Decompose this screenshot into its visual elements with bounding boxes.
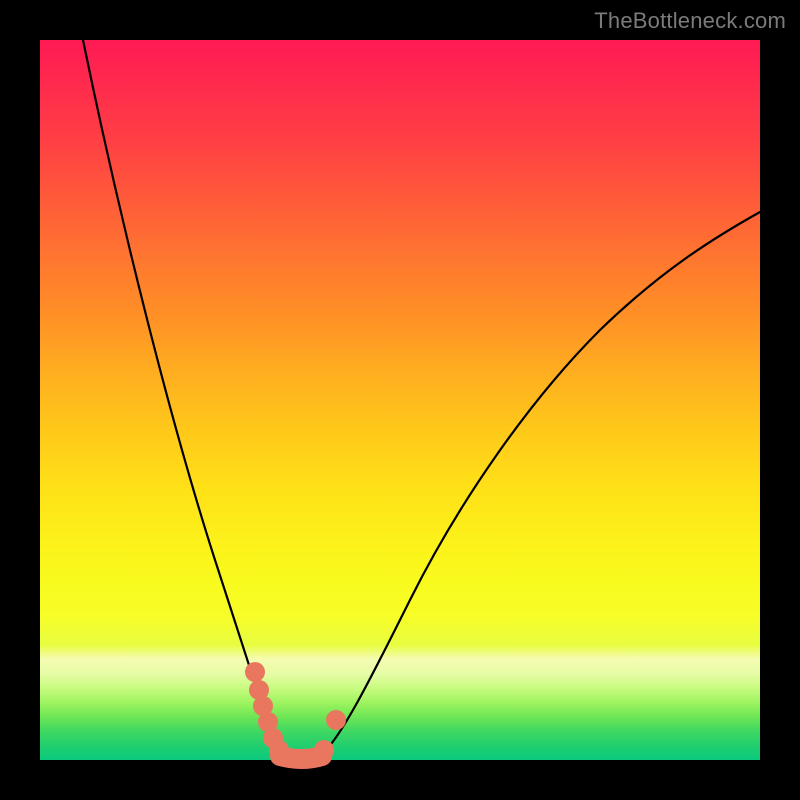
- watermark-text: TheBottleneck.com: [594, 8, 786, 34]
- marker-dot: [269, 740, 289, 760]
- marker-dot: [314, 740, 334, 760]
- marker-dot: [245, 662, 265, 682]
- plot-area: [40, 40, 760, 760]
- left-curve: [83, 40, 284, 756]
- chart-svg: [40, 40, 760, 760]
- chart-frame: TheBottleneck.com: [0, 0, 800, 800]
- right-curve: [320, 212, 760, 756]
- marker-dot: [326, 710, 346, 730]
